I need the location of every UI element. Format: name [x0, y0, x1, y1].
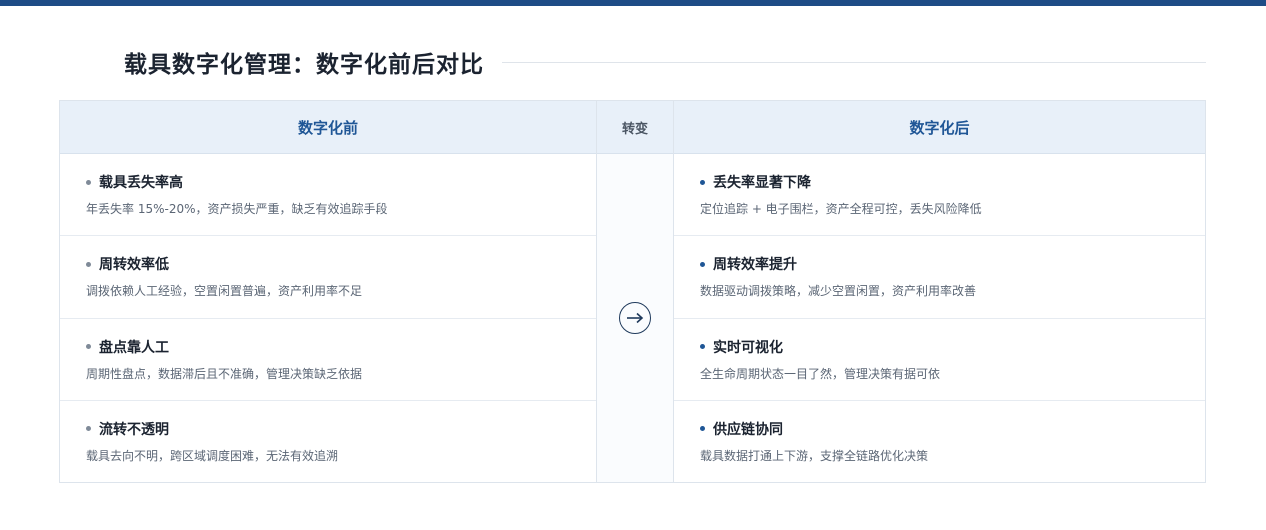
bullet-icon	[700, 261, 705, 267]
before-column: 数字化前 载具丢失率高 年丢失率 15%-20%，资产损失严重，缺乏有效追踪手段…	[60, 101, 596, 482]
after-row: 丢失率显著下降 定位追踪 + 电子围栏，资产全程可控，丢失风险降低	[674, 154, 1205, 237]
arrow-right-circle-icon	[619, 302, 651, 334]
after-item-desc: 全生命周期状态一目了然，管理决策有据可依	[700, 366, 941, 381]
after-row: 周转效率提升 数据驱动调拨策略，减少空置闲置，资产利用率改善	[674, 236, 1205, 319]
after-row: 供应链协同 载具数据打通上下游，支撑全链路优化决策	[674, 401, 1205, 482]
after-item-title: 实时可视化	[713, 339, 783, 356]
after-item-desc: 载具数据打通上下游，支撑全链路优化决策	[700, 448, 929, 463]
title-divider	[502, 61, 1206, 63]
after-item-title: 丢失率显著下降	[713, 175, 811, 191]
before-row: 盘点靠人工 周期性盘点，数据滞后且不准确，管理决策缺乏依据	[60, 319, 596, 401]
before-header: 数字化前	[60, 101, 596, 154]
title-row: 载具数字化管理：数字化前后对比	[124, 44, 1206, 80]
bullet-icon	[86, 344, 91, 349]
transition-column: 转变	[596, 101, 674, 482]
before-item-desc: 年丢失率 15%-20%，资产损失严重，缺乏有效追踪手段	[86, 202, 388, 216]
after-item-title: 周转效率提升	[713, 257, 797, 274]
after-item-desc: 定位追踪 + 电子围栏，资产全程可控，丢失风险降低	[700, 202, 982, 216]
after-item-title: 供应链协同	[713, 421, 783, 438]
bullet-icon	[86, 426, 91, 432]
after-column: 数字化后 丢失率显著下降 定位追踪 + 电子围栏，资产全程可控，丢失风险降低 周…	[674, 101, 1205, 482]
before-row: 流转不透明 载具去向不明，跨区域调度困难，无法有效追溯	[60, 401, 596, 482]
bullet-icon	[86, 179, 91, 185]
comparison-table: 数字化前 载具丢失率高 年丢失率 15%-20%，资产损失严重，缺乏有效追踪手段…	[59, 100, 1206, 483]
bullet-icon	[700, 344, 705, 349]
before-item-title: 周转效率低	[99, 257, 169, 274]
after-header: 数字化后	[674, 101, 1205, 154]
before-item-title: 流转不透明	[99, 421, 169, 438]
bullet-icon	[700, 426, 705, 432]
after-row: 实时可视化 全生命周期状态一目了然，管理决策有据可依	[674, 319, 1205, 401]
bullet-icon	[86, 261, 91, 267]
before-item-title: 载具丢失率高	[99, 175, 183, 191]
before-item-desc: 调拨依赖人工经验，空置闲置普遍，资产利用率不足	[86, 284, 363, 299]
page-title: 载具数字化管理：数字化前后对比	[124, 52, 484, 78]
before-item-desc: 周期性盘点，数据滞后且不准确，管理决策缺乏依据	[86, 366, 363, 381]
before-row: 周转效率低 调拨依赖人工经验，空置闲置普遍，资产利用率不足	[60, 236, 596, 319]
bullet-icon	[700, 179, 705, 185]
before-item-title: 盘点靠人工	[99, 339, 169, 356]
before-row: 载具丢失率高 年丢失率 15%-20%，资产损失严重，缺乏有效追踪手段	[60, 154, 596, 237]
after-item-desc: 数据驱动调拨策略，减少空置闲置，资产利用率改善	[700, 284, 977, 299]
top-accent-bar	[0, 0, 1266, 6]
before-item-desc: 载具去向不明，跨区域调度困难，无法有效追溯	[86, 448, 339, 463]
transition-header: 转变	[597, 101, 673, 154]
